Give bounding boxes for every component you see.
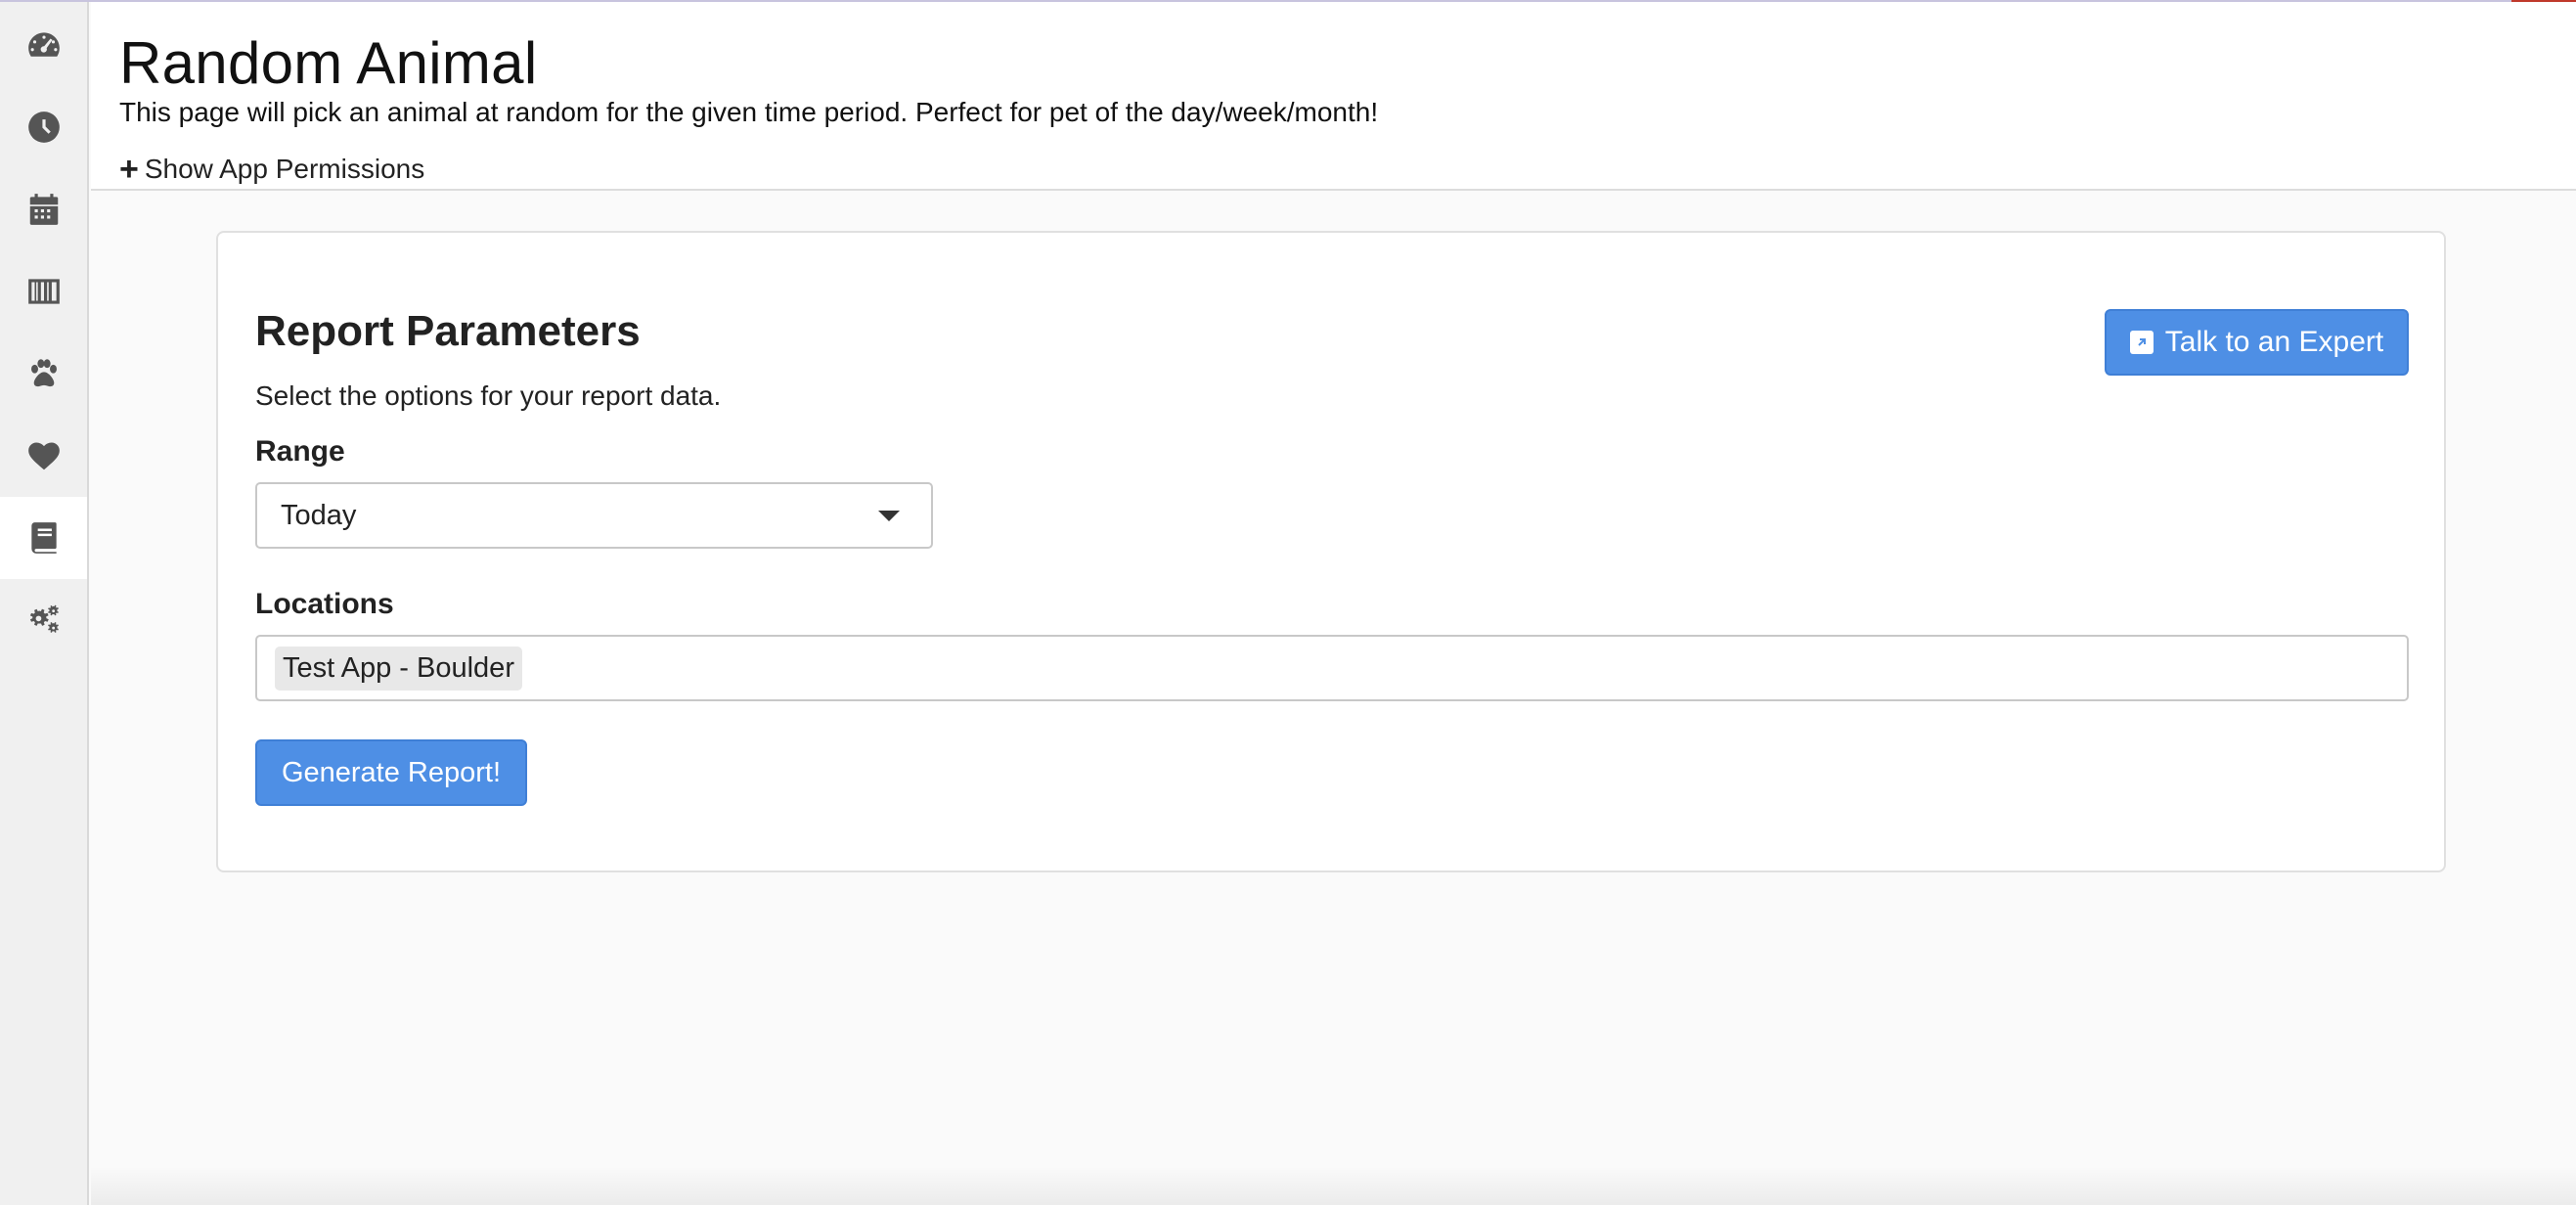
location-chip[interactable]: Test App - Boulder — [275, 646, 522, 691]
show-permissions-toggle[interactable]: + Show App Permissions — [119, 151, 425, 188]
range-select[interactable]: Today — [255, 482, 933, 549]
sidebar — [0, 0, 89, 1205]
external-link-icon — [2129, 331, 2154, 354]
chevron-down-icon — [878, 511, 900, 521]
page-title: Random Animal — [119, 30, 538, 96]
generate-report-button[interactable]: Generate Report! — [255, 739, 527, 806]
bottom-shadow — [91, 1166, 2576, 1205]
show-permissions-label: Show App Permissions — [144, 154, 425, 184]
page-header: Random Animal This page will pick an ani… — [91, 2, 2576, 191]
sidebar-item-calendar[interactable] — [0, 168, 87, 250]
clock-icon — [27, 112, 60, 143]
calendar-icon — [29, 194, 58, 225]
locations-multiselect[interactable]: Test App - Boulder — [255, 635, 2409, 701]
sidebar-item-inventory[interactable] — [0, 250, 87, 333]
barcode-icon — [27, 279, 60, 304]
app-root: Random Animal This page will pick an ani… — [0, 0, 2576, 1205]
report-parameters-card: Report Parameters Select the options for… — [216, 231, 2446, 872]
plus-icon: + — [119, 151, 139, 188]
dashboard-gauge-icon — [27, 32, 60, 57]
top-accent-line — [0, 0, 2576, 2]
locations-label: Locations — [255, 588, 394, 620]
heart-icon — [27, 442, 60, 470]
talk-to-expert-button[interactable]: Talk to an Expert — [2105, 309, 2409, 376]
settings-gears-icon — [29, 604, 59, 633]
paw-icon — [30, 359, 57, 387]
report-parameters-title: Report Parameters — [255, 307, 641, 355]
page-description: This page will pick an animal at random … — [119, 97, 1379, 127]
sidebar-item-dashboard[interactable] — [0, 4, 87, 86]
range-selected-value: Today — [281, 499, 357, 531]
book-icon — [30, 522, 57, 554]
sidebar-item-animals[interactable] — [0, 333, 87, 415]
sidebar-item-favorites[interactable] — [0, 415, 87, 497]
top-accent-red — [2511, 0, 2576, 2]
report-parameters-subtitle: Select the options for your report data. — [255, 380, 722, 411]
range-label: Range — [255, 435, 345, 468]
sidebar-item-settings[interactable] — [0, 579, 87, 661]
sidebar-item-reports[interactable] — [0, 497, 87, 579]
sidebar-item-history[interactable] — [0, 86, 87, 168]
talk-to-expert-label: Talk to an Expert — [2164, 326, 2384, 358]
